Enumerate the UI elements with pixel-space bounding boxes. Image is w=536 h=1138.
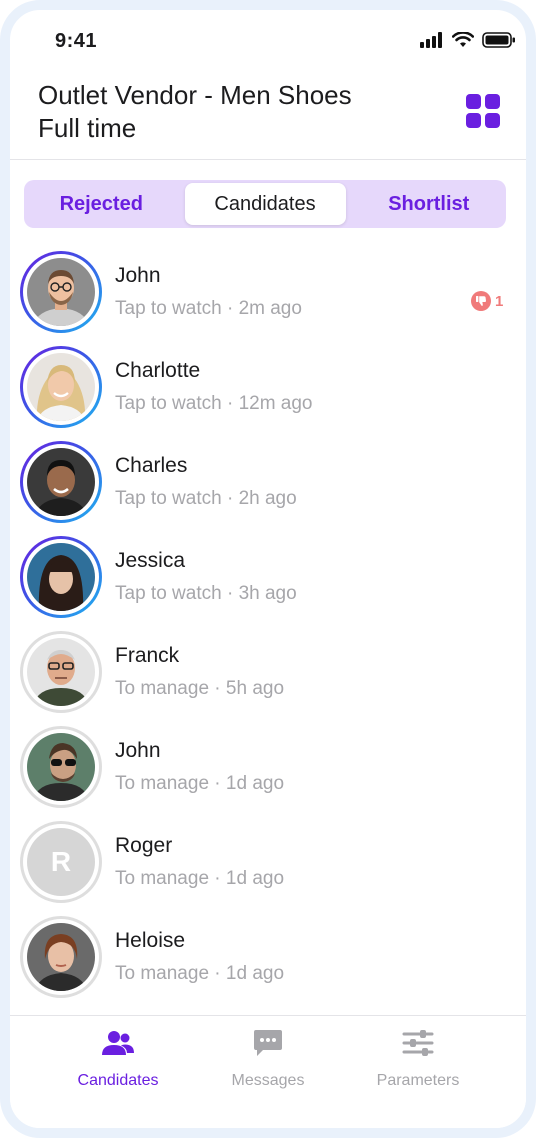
nav-label: Candidates xyxy=(77,1072,159,1089)
avatar xyxy=(27,258,95,326)
candidate-time: 2m ago xyxy=(238,298,302,319)
candidate-time: 1d ago xyxy=(225,773,285,794)
chat-bubble-icon xyxy=(253,1026,283,1060)
grid-view-button[interactable] xyxy=(466,94,502,130)
separator-dot: · xyxy=(226,393,239,414)
grid-icon-cell xyxy=(485,94,500,109)
candidate-status-line: To manage · 1d ago xyxy=(115,868,284,890)
candidate-status: To manage xyxy=(115,678,210,699)
nav-messages[interactable]: Messages xyxy=(198,1026,338,1090)
candidate-time: 1d ago xyxy=(225,963,285,984)
tab-candidates[interactable]: Candidates xyxy=(184,183,346,225)
grid-icon-cell xyxy=(466,94,481,109)
people-icon xyxy=(102,1026,134,1060)
grid-icon-cell xyxy=(485,113,500,128)
candidate-name: Charles xyxy=(115,454,188,477)
avatar xyxy=(27,923,95,991)
separator-dot: · xyxy=(214,678,226,699)
avatar-ring-unwatched xyxy=(20,536,102,618)
avatar-ring-watched xyxy=(20,726,102,808)
segmented-tabs: Rejected Candidates Shortlist xyxy=(24,180,506,228)
separator-dot: · xyxy=(214,868,226,889)
avatar-ring-unwatched xyxy=(20,346,102,428)
dislike-count: 1 xyxy=(495,292,504,310)
avatar xyxy=(27,543,95,611)
phone-frame: 9:41 Outlet Vendor - Men Shoes Full time xyxy=(0,0,536,1138)
candidate-status-line: Tap to watch · 2h ago xyxy=(115,488,297,510)
candidate-row-john-2[interactable]: John To manage · 1d ago xyxy=(10,721,526,816)
candidate-status: Tap to watch xyxy=(115,393,222,414)
candidate-row-franck[interactable]: Franck To manage · 5h ago xyxy=(10,626,526,721)
status-time: 9:41 xyxy=(55,30,98,52)
header: Outlet Vendor - Men Shoes Full time xyxy=(10,74,526,160)
candidate-row-charlotte[interactable]: Charlotte Tap to watch · 12m ago xyxy=(10,341,526,436)
avatar-ring-watched xyxy=(20,631,102,713)
separator-dot: · xyxy=(226,488,239,509)
initial-avatar: R xyxy=(27,828,95,896)
candidate-name: Roger xyxy=(115,834,173,857)
status-icons xyxy=(420,32,516,48)
header-divider xyxy=(10,159,526,160)
candidate-status: Tap to watch xyxy=(115,298,222,319)
thumbs-down-icon xyxy=(471,291,491,311)
status-bar: 9:41 xyxy=(10,10,526,62)
signal-icon xyxy=(420,32,442,48)
separator-dot: · xyxy=(226,583,239,604)
candidate-list: John Tap to watch · 2m ago 1 Charlotte T… xyxy=(10,246,526,1006)
candidate-status-line: Tap to watch · 2m ago xyxy=(115,298,302,320)
candidate-status: Tap to watch xyxy=(115,488,222,509)
avatar-ring-watched xyxy=(20,916,102,998)
wifi-icon xyxy=(452,32,474,47)
candidate-name: Charlotte xyxy=(115,359,201,382)
candidate-time: 2h ago xyxy=(238,488,297,509)
candidate-name: John xyxy=(115,739,161,762)
tab-shortlist[interactable]: Shortlist xyxy=(352,183,507,225)
candidate-time: 3h ago xyxy=(238,583,297,604)
separator-dot: · xyxy=(214,963,226,984)
candidate-status: To manage xyxy=(115,773,210,794)
candidate-status-line: Tap to watch · 12m ago xyxy=(115,393,313,415)
candidate-status: Tap to watch xyxy=(115,583,222,604)
candidate-status-line: Tap to watch · 3h ago xyxy=(115,583,297,605)
battery-icon xyxy=(482,32,515,48)
bottom-nav: Candidates Messages Parameters xyxy=(10,1015,526,1128)
grid-icon-cell xyxy=(466,113,481,128)
avatar xyxy=(27,733,95,801)
candidate-status-line: To manage · 5h ago xyxy=(115,678,284,700)
avatar xyxy=(27,353,95,421)
avatar xyxy=(27,448,95,516)
avatar-ring-unwatched xyxy=(20,441,102,523)
candidate-status: To manage xyxy=(115,963,210,984)
candidate-time: 12m ago xyxy=(238,393,313,414)
dislike-badge: 1 xyxy=(471,291,503,311)
candidate-name: Jessica xyxy=(115,549,186,572)
candidate-row-john[interactable]: John Tap to watch · 2m ago 1 xyxy=(10,246,526,341)
candidate-status-line: To manage · 1d ago xyxy=(115,963,284,985)
candidate-row-heloise[interactable]: Heloise To manage · 1d ago xyxy=(10,911,526,1006)
candidate-name: Heloise xyxy=(115,929,186,952)
separator-dot: · xyxy=(226,298,239,319)
candidate-time: 5h ago xyxy=(225,678,285,699)
candidate-time: 1d ago xyxy=(225,868,285,889)
avatar xyxy=(27,638,95,706)
separator-dot: · xyxy=(214,773,226,794)
nav-label: Parameters xyxy=(376,1072,460,1089)
nav-candidates[interactable]: Candidates xyxy=(48,1026,188,1090)
candidate-row-charles[interactable]: Charles Tap to watch · 2h ago xyxy=(10,436,526,531)
candidate-name: Franck xyxy=(115,644,180,667)
sliders-icon xyxy=(402,1026,434,1060)
candidate-row-jessica[interactable]: Jessica Tap to watch · 3h ago xyxy=(10,531,526,626)
candidate-status-line: To manage · 1d ago xyxy=(115,773,284,795)
candidate-status: To manage xyxy=(115,868,210,889)
avatar-ring-unwatched xyxy=(20,251,102,333)
nav-label: Messages xyxy=(231,1072,305,1089)
job-title: Outlet Vendor - Men Shoes xyxy=(38,80,352,110)
job-type: Full time xyxy=(38,113,137,143)
nav-parameters[interactable]: Parameters xyxy=(348,1026,488,1090)
avatar-ring-watched: R xyxy=(20,821,102,903)
candidate-row-roger[interactable]: R Roger To manage · 1d ago xyxy=(10,816,526,911)
tab-rejected[interactable]: Rejected xyxy=(24,183,179,225)
candidate-name: John xyxy=(115,264,161,287)
